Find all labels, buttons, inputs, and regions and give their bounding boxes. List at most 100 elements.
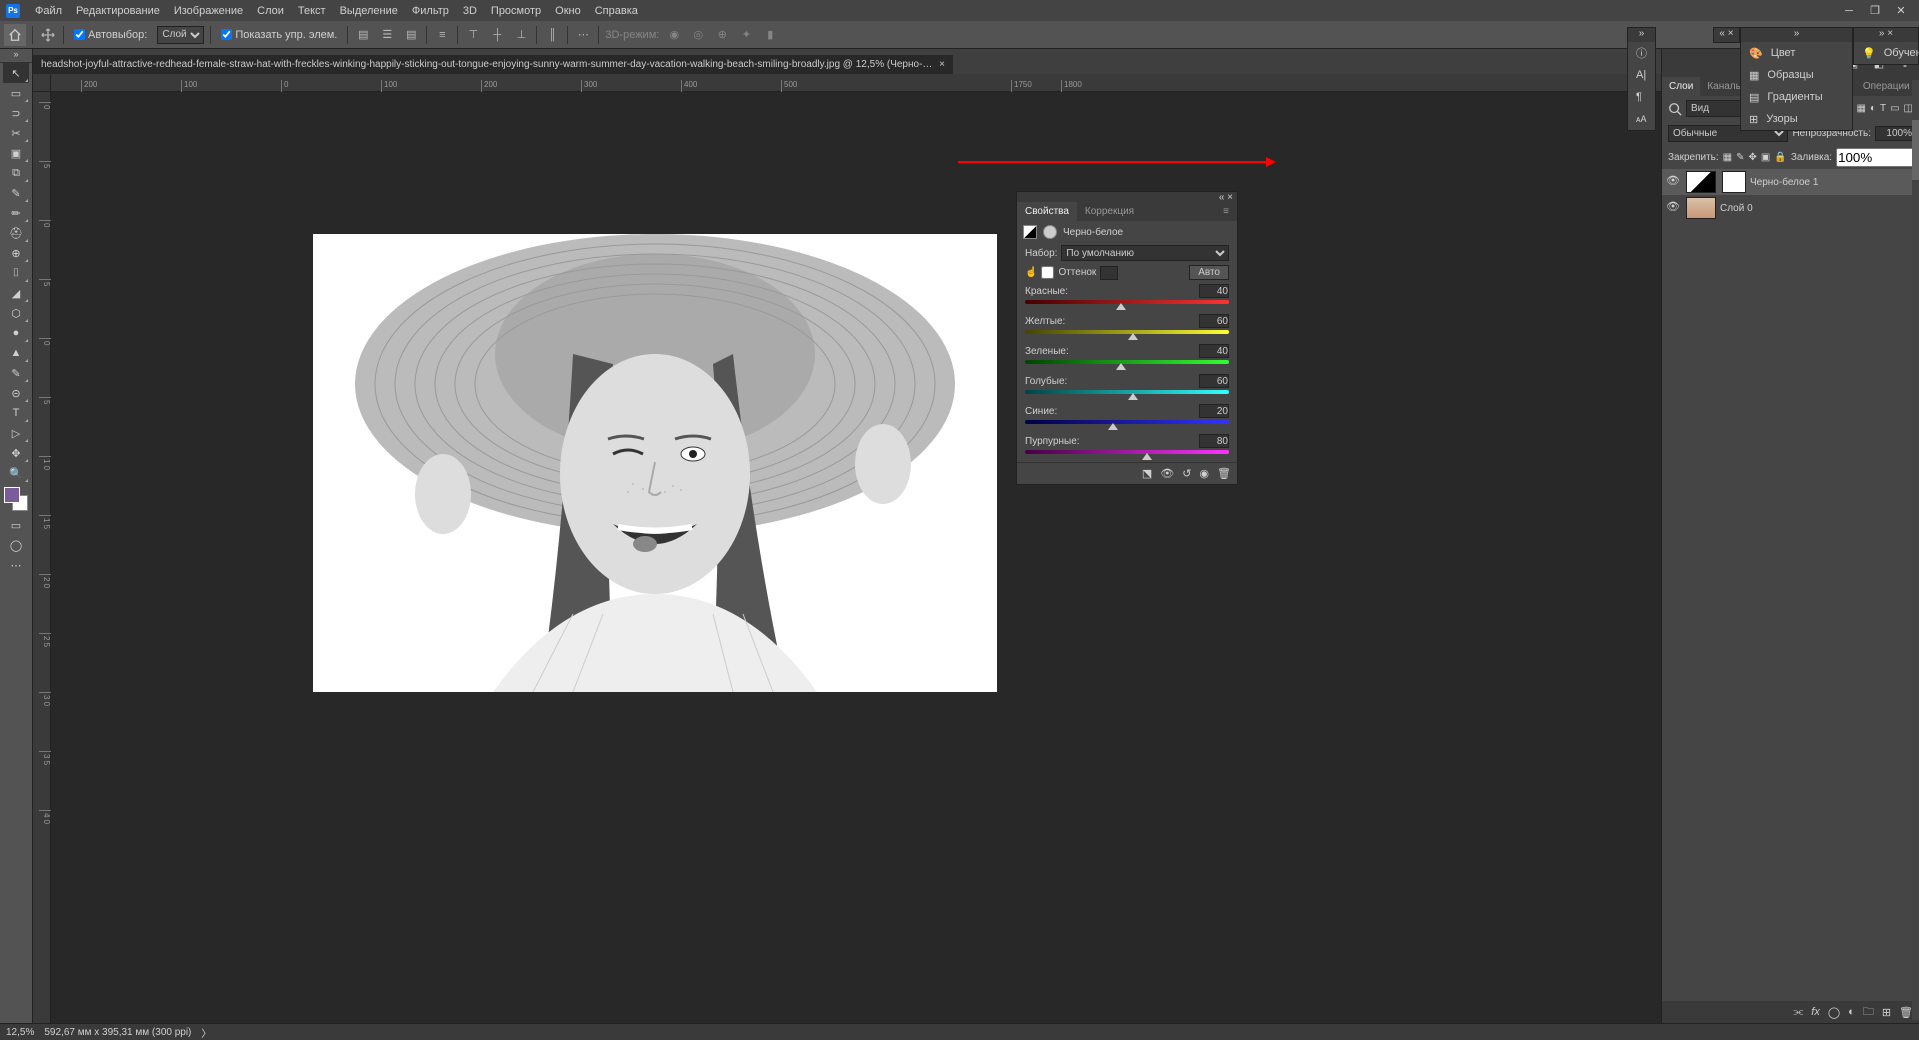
auto-select-target[interactable]: Слой: [157, 26, 204, 44]
tool-0[interactable]: ↖: [3, 63, 29, 83]
panel-row-Градиенты[interactable]: ▤Градиенты: [1741, 86, 1852, 108]
lock-all-icon[interactable]: 🔒: [1774, 150, 1786, 166]
previous-state-icon[interactable]: ◉: [1199, 467, 1209, 480]
toolbox-collapse[interactable]: »: [0, 49, 32, 63]
canvas-background[interactable]: [51, 92, 1661, 1023]
slider-value[interactable]: [1199, 314, 1229, 328]
move-tool-icon[interactable]: [39, 26, 57, 44]
visibility-icon[interactable]: 👁: [1666, 174, 1682, 190]
tool-8[interactable]: ⛑: [3, 223, 29, 243]
link-layers-icon[interactable]: ⫘: [1793, 1006, 1803, 1019]
menu-Справка[interactable]: Справка: [588, 2, 645, 20]
color-slider[interactable]: [1025, 300, 1229, 308]
minimize-button[interactable]: ─: [1837, 2, 1861, 20]
right-scrollbar[interactable]: [1912, 80, 1919, 1020]
layer-fx-icon[interactable]: fx: [1811, 1006, 1820, 1018]
distribute-v-icon[interactable]: ║: [543, 26, 561, 44]
glyph-icon[interactable]: ᴀA: [1628, 108, 1655, 130]
adjustment-layer-icon[interactable]: ◐: [1848, 1006, 1855, 1018]
lock-transparency-icon[interactable]: ▦: [1723, 150, 1732, 166]
close-button[interactable]: ✕: [1889, 2, 1913, 20]
tab-Операции[interactable]: Операции: [1856, 77, 1917, 96]
layer-row[interactable]: 👁Слой 0: [1662, 195, 1919, 221]
tint-color[interactable]: [1100, 266, 1118, 280]
more-options-icon[interactable]: ⋯: [574, 26, 592, 44]
tab-properties[interactable]: Свойства: [1017, 202, 1077, 221]
tool-mode-0[interactable]: ▭: [3, 515, 29, 535]
menu-Слои[interactable]: Слои: [250, 2, 291, 20]
menu-Просмотр[interactable]: Просмотр: [484, 2, 548, 20]
new-layer-icon[interactable]: ⊞: [1882, 1006, 1891, 1019]
auto-select-option[interactable]: Автовыбор:: [70, 29, 151, 41]
tool-4[interactable]: ▣: [3, 143, 29, 163]
slider-value[interactable]: [1199, 404, 1229, 418]
color-slider[interactable]: [1025, 360, 1229, 368]
color-slider[interactable]: [1025, 420, 1229, 428]
layer-mask-icon[interactable]: ◯: [1828, 1006, 1840, 1019]
hand-picker-icon[interactable]: ☝: [1025, 267, 1037, 278]
tool-15[interactable]: ✎: [3, 363, 29, 383]
zoom-level[interactable]: 12,5%: [6, 1027, 34, 1038]
tool-19[interactable]: ✥: [3, 443, 29, 463]
filter-adjust-icon[interactable]: ◐: [1870, 103, 1876, 114]
maximize-button[interactable]: ❐: [1863, 2, 1887, 20]
align-left-icon[interactable]: ▤: [354, 26, 372, 44]
clip-to-layer-icon[interactable]: ⬔: [1142, 467, 1152, 480]
slider-value[interactable]: [1199, 284, 1229, 298]
align-bottom-icon[interactable]: ⊥: [512, 26, 530, 44]
menu-Выделение[interactable]: Выделение: [333, 2, 405, 20]
tool-3[interactable]: ✂: [3, 123, 29, 143]
doc-close-icon[interactable]: ×: [939, 59, 945, 70]
tab-adjustments[interactable]: Коррекция: [1077, 202, 1142, 221]
character-icon[interactable]: A|: [1628, 64, 1655, 86]
align-center-h-icon[interactable]: ☰: [378, 26, 396, 44]
tint-checkbox[interactable]: [1041, 266, 1054, 279]
lock-position-icon[interactable]: ✥: [1749, 150, 1757, 166]
document-tab[interactable]: headshot-joyful-attractive-redhead-femal…: [33, 55, 953, 74]
delete-layer-icon[interactable]: 🗑: [1899, 1006, 1913, 1019]
menu-3D[interactable]: 3D: [456, 2, 484, 20]
align-top-icon[interactable]: ⊤: [464, 26, 482, 44]
tool-14[interactable]: ▲: [3, 343, 29, 363]
panel-row-Цвет[interactable]: 🎨Цвет: [1741, 42, 1852, 64]
preset-select[interactable]: По умолчанию: [1061, 245, 1229, 261]
info-icon[interactable]: ⓘ: [1628, 42, 1655, 64]
panel-collapse-2[interactable]: « ×: [1714, 28, 1739, 42]
tool-13[interactable]: ●: [3, 323, 29, 343]
distribute-icon[interactable]: ≡: [433, 26, 451, 44]
tool-10[interactable]: ⌷: [3, 263, 29, 283]
show-controls-checkbox[interactable]: [221, 29, 232, 40]
learn-row[interactable]: 💡Обучение: [1854, 42, 1918, 64]
props-menu-icon[interactable]: ≡: [1215, 202, 1237, 221]
layer-row[interactable]: 👁Черно-белое 1: [1662, 169, 1919, 195]
tool-18[interactable]: ▷: [3, 423, 29, 443]
fill-input[interactable]: [1836, 148, 1919, 167]
tool-1[interactable]: ▭: [3, 83, 29, 103]
panel-row-Образцы[interactable]: ▦Образцы: [1741, 64, 1852, 86]
opacity-input[interactable]: [1875, 126, 1913, 141]
menu-Окно[interactable]: Окно: [548, 2, 588, 20]
color-slider[interactable]: [1025, 390, 1229, 398]
tool-17[interactable]: T: [3, 403, 29, 423]
tab-Слои[interactable]: Слои: [1662, 77, 1700, 96]
tool-12[interactable]: ⬡: [3, 303, 29, 323]
menu-Фильтр[interactable]: Фильтр: [405, 2, 456, 20]
filter-shape-icon[interactable]: ▭: [1890, 103, 1899, 114]
tool-11[interactable]: ◢: [3, 283, 29, 303]
visibility-icon[interactable]: 👁: [1666, 200, 1682, 216]
tool-mode-1[interactable]: ◯: [3, 535, 29, 555]
document-canvas[interactable]: [313, 234, 997, 692]
filter-pixel-icon[interactable]: ▦: [1856, 103, 1865, 114]
tool-9[interactable]: ⊕: [3, 243, 29, 263]
tool-6[interactable]: ✎: [3, 183, 29, 203]
menu-Редактирование[interactable]: Редактирование: [69, 2, 167, 20]
auto-select-checkbox[interactable]: [74, 29, 85, 40]
slider-value[interactable]: [1199, 344, 1229, 358]
show-transform-option[interactable]: Показать упр. элем.: [217, 29, 341, 41]
tool-mode-2[interactable]: ⋯: [3, 555, 29, 575]
menu-Файл[interactable]: Файл: [28, 2, 69, 20]
status-more-icon[interactable]: 〉: [201, 1025, 211, 1040]
tool-16[interactable]: ⊝: [3, 383, 29, 403]
lock-pixel-icon[interactable]: ✎: [1736, 150, 1744, 166]
group-icon[interactable]: 🗀: [1863, 1003, 1874, 1022]
